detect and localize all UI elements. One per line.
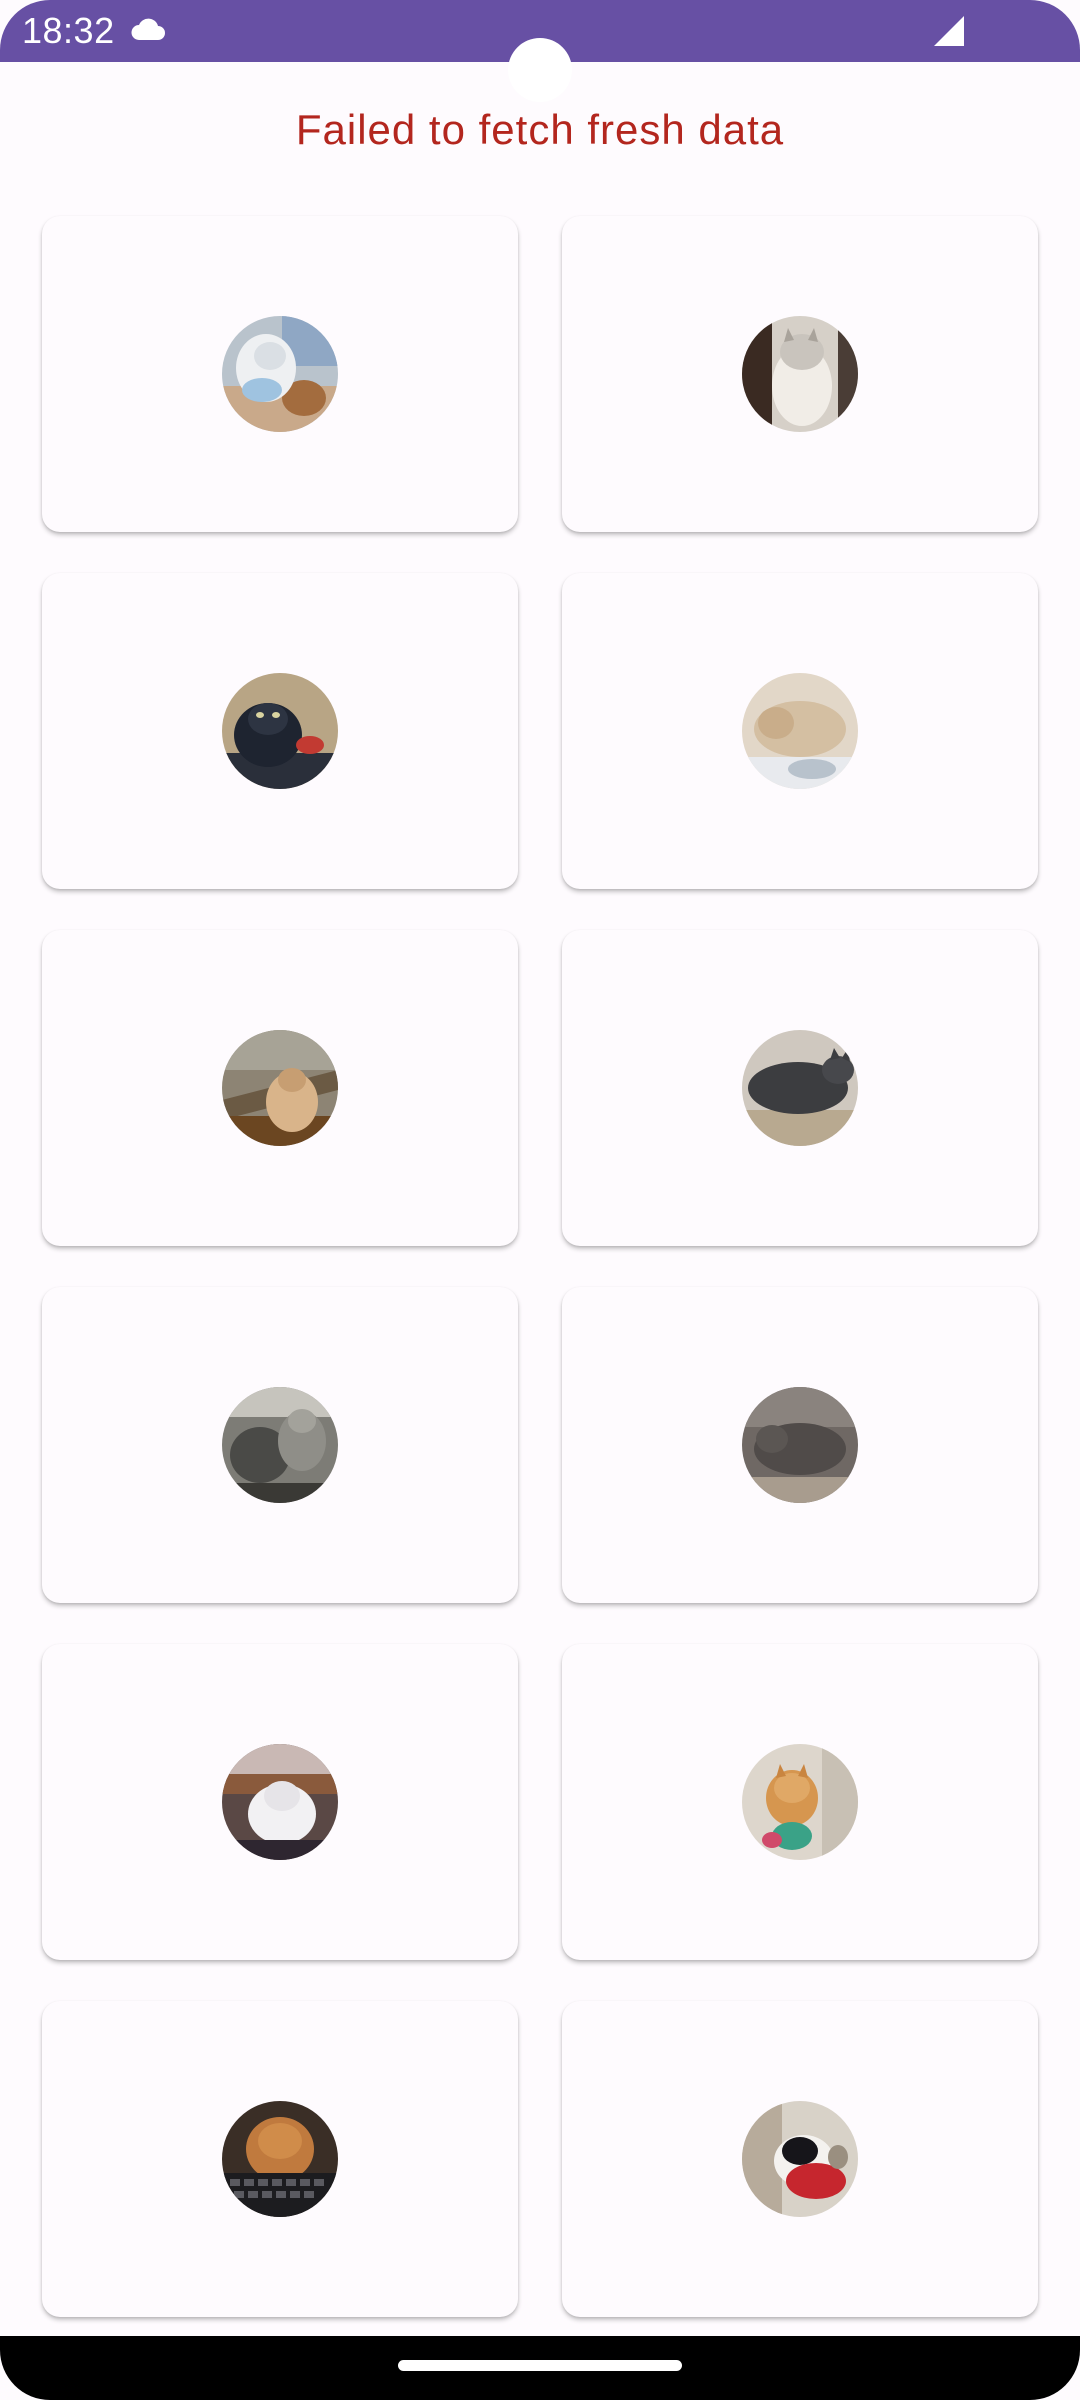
cat-avatar [742,316,858,432]
cat-avatar [742,1744,858,1860]
grey-cat-sleeping-photo [742,1387,858,1503]
navigation-bar [0,2336,1080,2400]
cat-card[interactable] [562,216,1038,532]
cat-card[interactable] [42,930,518,1246]
white-cat-on-blanket-photo [222,316,338,432]
cat-card[interactable] [562,1644,1038,1960]
tabby-cat-on-chair-photo [222,1030,338,1146]
cat-card[interactable] [562,573,1038,889]
grey-cat-lying-photo [742,1030,858,1146]
ginger-kitten-photo [742,1744,858,1860]
cat-avatar [222,1744,338,1860]
cat-card[interactable] [562,1287,1038,1603]
cat-avatar [222,2101,338,2217]
cream-cat-lying-photo [742,673,858,789]
cat-card[interactable] [42,573,518,889]
camera-cutout [508,38,572,102]
error-message: Failed to fetch fresh data [295,106,785,153]
cat-avatar [742,1030,858,1146]
cloud-icon [130,16,166,42]
cat-avatar [742,673,858,789]
fluffy-cat-on-keyboard-photo [222,2101,338,2217]
cat-card[interactable] [562,930,1038,1246]
cat-card[interactable] [42,216,518,532]
cat-avatar [742,2101,858,2217]
cat-card[interactable] [42,1287,518,1603]
two-tabby-kittens-photo [222,1387,338,1503]
cellular-signal-icon [934,16,964,46]
black-cat-with-red-toy-photo [222,673,338,789]
cat-card[interactable] [42,1644,518,1960]
white-fluffy-cat-photo [222,1744,338,1860]
cat-card[interactable] [42,2001,518,2317]
black-white-cat-in-red-photo [742,2101,858,2217]
grey-white-kitten-sitting-photo [742,316,858,432]
cat-avatar [222,1030,338,1146]
cat-card[interactable] [562,2001,1038,2317]
status-time: 18:32 [22,10,115,51]
cat-avatar [222,673,338,789]
cat-avatar [222,316,338,432]
cat-avatar [222,1387,338,1503]
home-gesture-handle[interactable] [398,2360,682,2371]
cat-avatar [742,1387,858,1503]
app-screen: 18:32 Failed to fetch fresh data [0,0,1080,2400]
cat-grid[interactable] [42,216,1038,2317]
